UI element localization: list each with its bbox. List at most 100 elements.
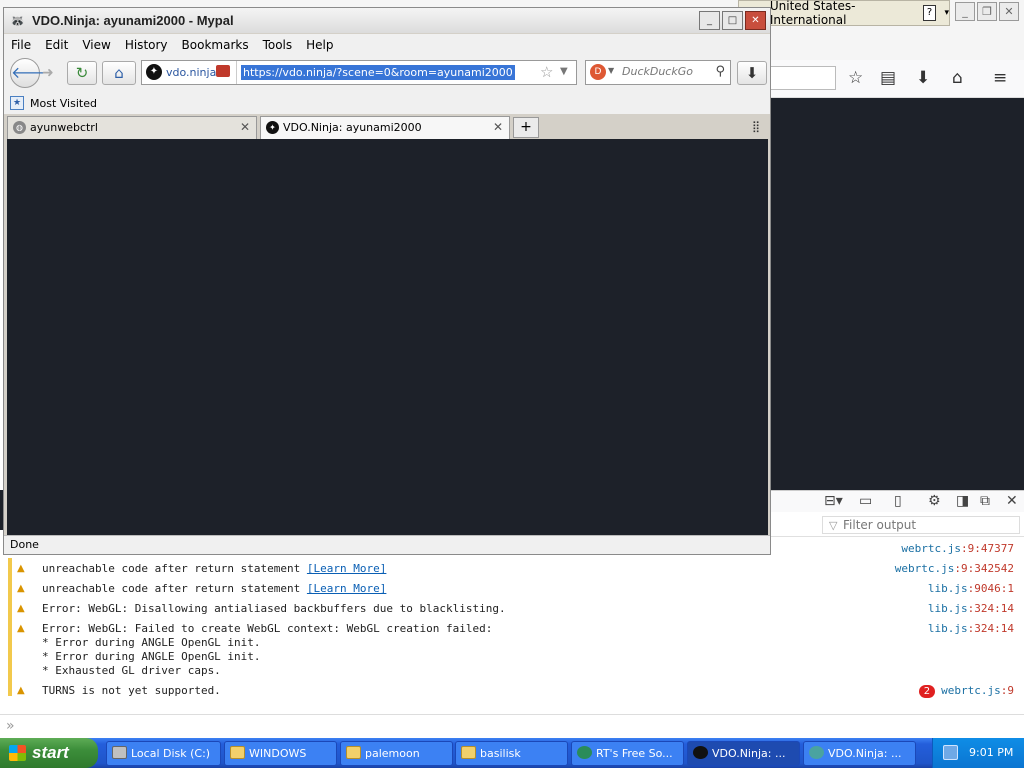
tab-ayunwebctrl[interactable]: ◍ ayunwebctrl ✕ [7,116,257,139]
site-identity-button[interactable]: ✦ vdo.ninja [142,61,237,84]
search-engine-dropdown-icon[interactable]: ▼ [608,66,614,75]
message-source-link[interactable]: lib.js:324:14 [928,602,1014,616]
devtools-close-icon[interactable]: ✕ [1006,493,1018,509]
tab-vdo-ninja[interactable]: ✦ VDO.Ninja: ayunami2000 ✕ [260,116,510,139]
all-tabs-icon[interactable]: ⣿ [752,120,760,133]
console-filter-bar: ▽ Filter output [770,513,1024,537]
download-icon[interactable]: ⬇ [916,68,930,88]
taskbar-item-label: RT's Free So... [596,747,673,760]
language-menu-arrow-icon[interactable]: ▾ [944,8,949,18]
new-tab-button[interactable]: + [513,117,539,138]
search-input[interactable]: DuckDuckGo [622,65,693,78]
warning-icon: ▲ [17,623,25,634]
message-text: unreachable code after return statement [42,582,307,595]
back-button[interactable]: 🡐 [10,58,54,88]
downloads-button[interactable]: ⬇ [737,61,767,85]
warning-icon: ▲ [17,685,25,696]
menu-tools[interactable]: Tools [263,38,293,52]
site-favicon-icon: ✦ [266,121,279,134]
bookmark-most-visited[interactable]: Most Visited [30,97,97,110]
taskbar-item-palemoon[interactable]: palemoon [340,741,453,766]
menu-file[interactable]: File [11,38,31,52]
duckduckgo-icon[interactable]: D [590,64,606,80]
maximize-button[interactable]: □ [722,11,743,30]
clock[interactable]: 9:01 PM [969,746,1013,759]
learn-more-link[interactable]: [Learn More] [307,582,386,595]
mypal-app-icon [693,746,708,759]
bookmark-star-icon[interactable]: ☆ [540,63,553,81]
start-button[interactable]: start [0,738,98,768]
split-console-icon[interactable]: ▭ [859,493,872,509]
bg-restore-button[interactable]: ❐ [977,2,997,21]
filter-funnel-icon: ▽ [829,519,838,532]
message-source-link[interactable]: lib.js:9046:1 [928,582,1014,596]
menu-bookmarks[interactable]: Bookmarks [182,38,249,52]
tab-strip: ◍ ayunwebctrl ✕ ✦ VDO.Ninja: ayunami2000… [4,114,770,139]
reload-button[interactable]: ↻ [67,61,97,85]
background-search-field[interactable] [770,66,836,90]
filter-placeholder: Filter output [843,518,917,532]
home-icon[interactable]: ⌂ [952,68,963,88]
forward-button[interactable]: ➜ [42,65,54,81]
bg-close-button[interactable]: ✕ [999,2,1019,21]
message-text: TURNS is not yet supported. [42,684,221,697]
site-identity-label: vdo.ninja [166,66,217,79]
hamburger-menu-icon[interactable]: ≡ [993,68,1007,88]
message-source-link[interactable]: webrtc.js:9:47377 [901,542,1014,556]
message-source-link[interactable]: lib.js:324:14 [928,622,1014,636]
taskbar-item-local-disk[interactable]: Local Disk (C:) [106,741,221,766]
search-bar[interactable]: D ▼ DuckDuckGo ⚲ [585,60,731,85]
learn-more-link[interactable]: [Learn More] [307,562,386,575]
close-tab-icon[interactable]: ✕ [240,117,250,138]
dock-side-icon[interactable]: ◨ [956,493,969,509]
window-titlebar[interactable]: 🦝 VDO.Ninja: ayunami2000 - Mypal _ □ ✕ [4,8,770,33]
site-favicon-icon: ✦ [146,64,162,80]
taskbar-item-vdo-ninja-other[interactable]: VDO.Ninja: ... [803,741,916,766]
close-button[interactable]: ✕ [745,11,766,30]
tab-label: VDO.Ninja: ayunami2000 [283,121,422,134]
search-icon[interactable]: ⚲ [715,64,725,79]
page-content[interactable] [7,139,768,535]
warning-icon: ▲ [17,583,25,594]
menu-view[interactable]: View [82,38,110,52]
message-source-link[interactable]: webrtc.js:9:342542 [895,562,1014,576]
dock-layout-icon[interactable]: ⊟▾ [824,493,843,509]
settings-gear-icon[interactable]: ⚙ [928,493,941,509]
menu-edit[interactable]: Edit [45,38,68,52]
minimize-button[interactable]: _ [699,11,720,30]
taskbar-item-rt-free-software[interactable]: RT's Free So... [571,741,684,766]
menu-history[interactable]: History [125,38,168,52]
console-input[interactable]: » [0,714,1024,738]
close-tab-icon[interactable]: ✕ [493,117,503,138]
responsive-design-icon[interactable]: ▯ [894,493,902,509]
filter-output-input[interactable]: ▽ Filter output [822,516,1020,534]
bookmark-star-icon[interactable]: ☆ [848,68,863,88]
tray-app-icon[interactable] [943,745,958,760]
message-text: unreachable code after return statement [42,562,307,575]
bg-minimize-button[interactable]: _ [955,2,975,21]
bookmarks-toolbar: ★ Most Visited [4,92,770,114]
url-input[interactable]: https://vdo.ninja/?scene=0&room=ayunami2… [241,65,515,80]
taskbar-item-vdo-ninja-mypal[interactable]: VDO.Ninja: ... [687,741,800,766]
menu-help[interactable]: Help [306,38,333,52]
message-text: Error: WebGL: Disallowing antialiased ba… [42,602,506,615]
message-source-link[interactable]: 2 webrtc.js:9 [918,684,1014,698]
reading-list-icon[interactable]: ▤ [880,68,896,88]
separate-window-icon[interactable]: ⧉ [980,493,990,509]
url-history-dropdown-icon[interactable]: ▼ [560,66,568,77]
insecure-content-icon[interactable] [216,65,230,77]
taskbar-item-label: basilisk [480,747,521,760]
tab-label: ayunwebctrl [30,121,98,134]
taskbar: start Local Disk (C:) WINDOWS palemoon b… [0,738,1024,768]
taskbar-item-basilisk[interactable]: basilisk [455,741,568,766]
console-output: webrtc.js:9:47377 ▲ unreachable code aft… [0,538,1024,714]
start-label: start [32,743,69,762]
home-button[interactable]: ⌂ [102,61,136,85]
url-bar[interactable]: ✦ vdo.ninja https://vdo.ninja/?scene=0&r… [141,60,577,85]
most-visited-icon: ★ [10,96,24,110]
status-bar: Done [4,535,770,554]
devtools-toolbar: ⊟▾ ▭ ▯ ⚙ ◨ ⧉ ✕ [770,490,1024,512]
folder-icon [230,746,245,759]
help-icon[interactable]: ? [922,5,937,21]
taskbar-item-windows[interactable]: WINDOWS [224,741,337,766]
